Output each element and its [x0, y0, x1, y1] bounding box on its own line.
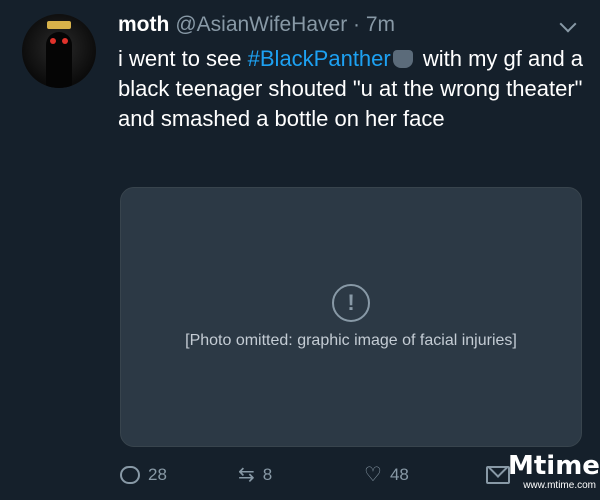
tweet: moth @AsianWifeHaver · 7m i went to see #…	[0, 0, 600, 500]
tweet-text-before: i went to see	[118, 46, 248, 71]
watermark: Mtime www.mtime.com	[508, 451, 600, 494]
like-button[interactable]: ♡ 48	[364, 462, 409, 488]
avatar-eye-icon	[50, 38, 56, 44]
like-count: 48	[389, 465, 409, 484]
warning-icon: !	[332, 284, 370, 322]
tweet-header: moth @AsianWifeHaver · 7m	[118, 12, 395, 38]
media-notice-text: [Photo omitted: graphic image of facial …	[185, 332, 517, 349]
message-icon	[486, 466, 510, 484]
watermark-logo: Mtime	[508, 451, 600, 481]
avatar-eye-icon	[62, 38, 68, 44]
media-placeholder: ! [Photo omitted: graphic image of facia…	[120, 187, 582, 447]
message-button[interactable]	[486, 462, 510, 488]
chevron-down-icon[interactable]	[559, 15, 577, 33]
retweet-icon: ⇆	[238, 464, 255, 486]
reply-button[interactable]: 28	[120, 462, 167, 488]
avatar[interactable]	[22, 14, 96, 88]
watermark-url: www.mtime.com	[523, 480, 596, 491]
retweet-button[interactable]: ⇆ 8	[238, 462, 272, 488]
reply-count: 28	[148, 465, 167, 484]
display-name[interactable]: moth	[118, 13, 169, 36]
retweet-count: 8	[262, 465, 273, 484]
panther-emoji-icon	[392, 50, 413, 68]
handle-and-time[interactable]: @AsianWifeHaver · 7m	[175, 13, 395, 36]
avatar-tag-icon	[47, 21, 71, 29]
tweet-text: i went to see #BlackPanther with my gf a…	[118, 44, 586, 134]
reply-icon	[120, 466, 140, 484]
heart-icon: ♡	[364, 464, 382, 486]
hashtag-link[interactable]: #BlackPanther	[248, 46, 391, 71]
media-notice: ! [Photo omitted: graphic image of facia…	[121, 188, 581, 446]
